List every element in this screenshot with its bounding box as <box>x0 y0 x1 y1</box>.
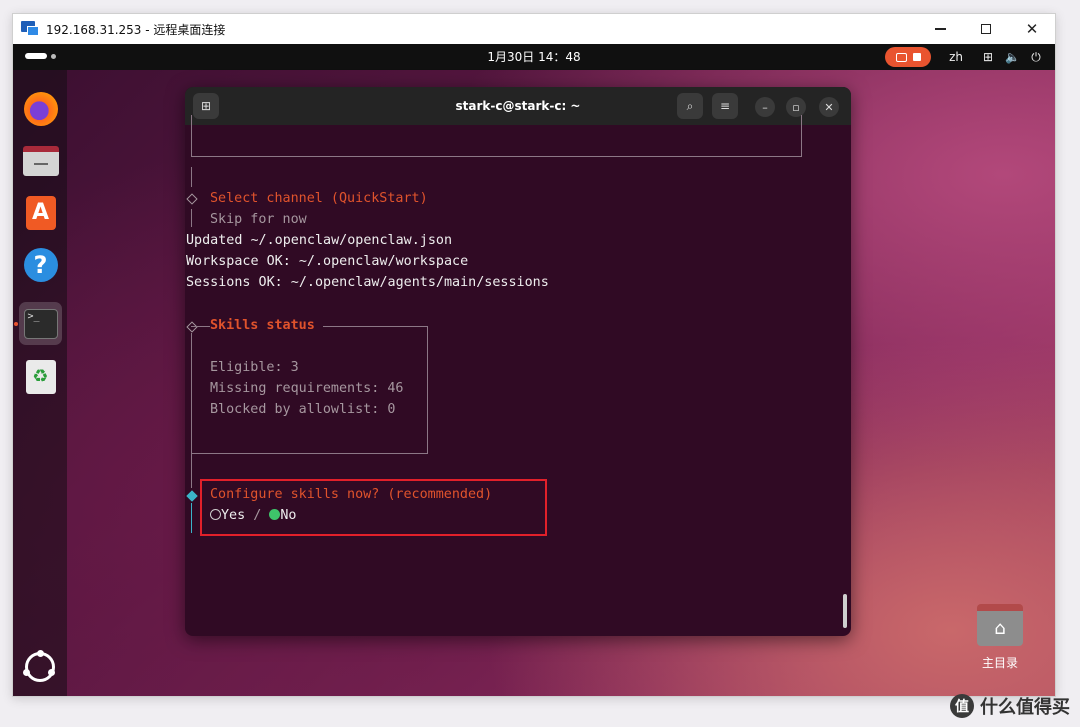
help-icon: ? <box>23 247 58 282</box>
terminal-close-button[interactable]: ✕ <box>819 97 839 117</box>
screen-share-indicator[interactable] <box>885 47 932 67</box>
active-tree-line <box>191 503 192 533</box>
remote-desktop-icon <box>21 21 39 37</box>
terminal-window[interactable]: ⊞ stark-c@stark-c: ~ ⌕ ≡ – ▫ ✕ Select ch… <box>185 87 851 636</box>
step-diamond-icon <box>186 193 198 205</box>
dock: A ? >_ ♻ <box>13 70 67 696</box>
dock-item-app-center[interactable]: A <box>19 191 62 234</box>
rdp-window: 192.168.31.253 - 远程桌面连接 ✕ 1月30日 14：48 zh… <box>12 13 1056 697</box>
watermark-text: 什么值得买 <box>980 697 1070 718</box>
updated-line: Updated ~/.openclaw/openclaw.json <box>186 233 453 248</box>
terminal-minimize-button[interactable]: – <box>755 97 775 117</box>
dock-item-terminal[interactable]: >_ <box>19 302 62 345</box>
watermark-logo-icon: 值 <box>950 694 974 718</box>
terminal-output[interactable]: Select channel (QuickStart) Skip for now… <box>185 115 851 636</box>
trash-icon: ♻ <box>25 359 56 394</box>
skills-status-heading: Skills status <box>210 317 323 335</box>
close-icon: ✕ <box>1025 20 1039 38</box>
minimize-icon <box>934 28 946 30</box>
gnome-top-bar: 1月30日 14：48 zh ⊞ 🔈 ⏻ <box>13 44 1055 70</box>
maximize-button[interactable] <box>963 14 1009 44</box>
skip-line: Skip for now <box>210 212 307 227</box>
dock-item-trash[interactable]: ♻ <box>19 355 62 398</box>
hamburger-icon: ≡ <box>719 99 731 113</box>
stop-icon <box>912 53 921 61</box>
show-apps-icon[interactable] <box>23 650 55 682</box>
dock-item-help[interactable]: ? <box>19 243 62 286</box>
tree-line <box>191 167 192 187</box>
dock-item-files[interactable] <box>19 139 62 182</box>
system-tray: zh ⊞ 🔈 ⏻ <box>885 47 1043 67</box>
home-folder-label: 主目录 <box>981 656 1018 670</box>
maximize-icon: ▫ <box>792 100 800 114</box>
missing-requirements-line: Missing requirements: 46 <box>210 381 404 396</box>
rdp-titlebar[interactable]: 192.168.31.253 - 远程桌面连接 ✕ <box>13 14 1055 44</box>
terminal-icon: >_ <box>23 308 58 339</box>
terminal-scrollbar[interactable] <box>843 594 847 628</box>
close-icon: ✕ <box>824 100 834 114</box>
previous-box <box>191 115 802 157</box>
annotation-highlight-box <box>200 479 547 536</box>
running-indicator <box>14 322 18 326</box>
power-icon[interactable]: ⏻ <box>1029 50 1043 65</box>
network-icon[interactable]: ⊞ <box>981 50 995 64</box>
close-button[interactable]: ✕ <box>1009 14 1055 44</box>
input-method-indicator[interactable]: zh <box>949 50 963 64</box>
active-step-diamond-icon <box>186 490 198 502</box>
workspace-line: Workspace OK: ~/.openclaw/workspace <box>186 254 469 269</box>
home-folder-icon: ⌂ <box>977 604 1023 646</box>
remote-desktop[interactable]: 1月30日 14：48 zh ⊞ 🔈 ⏻ A ? >_ ♻ ⌂ 主目录 ⊞ st… <box>13 44 1055 696</box>
eligible-line: Eligible: 3 <box>210 360 299 375</box>
app-center-icon: A <box>25 195 56 230</box>
tree-line <box>191 333 192 488</box>
firefox-icon <box>23 91 58 126</box>
select-channel-line: Select channel (QuickStart) <box>210 191 428 206</box>
dock-item-firefox[interactable] <box>19 87 62 130</box>
tree-line <box>191 209 192 227</box>
watermark: 值 什么值得买 <box>950 693 1070 719</box>
minimize-icon: – <box>762 100 768 114</box>
sessions-line: Sessions OK: ~/.openclaw/agents/main/ses… <box>186 275 549 290</box>
screen-share-icon <box>895 52 907 62</box>
maximize-icon <box>981 24 991 34</box>
terminal-maximize-button[interactable]: ▫ <box>786 97 806 117</box>
rdp-window-title: 192.168.31.253 - 远程桌面连接 <box>46 22 226 37</box>
volume-icon[interactable]: 🔈 <box>1005 50 1020 64</box>
home-folder[interactable]: ⌂ 主目录 <box>975 604 1025 674</box>
blocked-line: Blocked by allowlist: 0 <box>210 402 396 417</box>
search-icon: ⌕ <box>686 98 694 113</box>
minimize-button[interactable] <box>917 14 963 44</box>
files-icon <box>22 145 59 176</box>
